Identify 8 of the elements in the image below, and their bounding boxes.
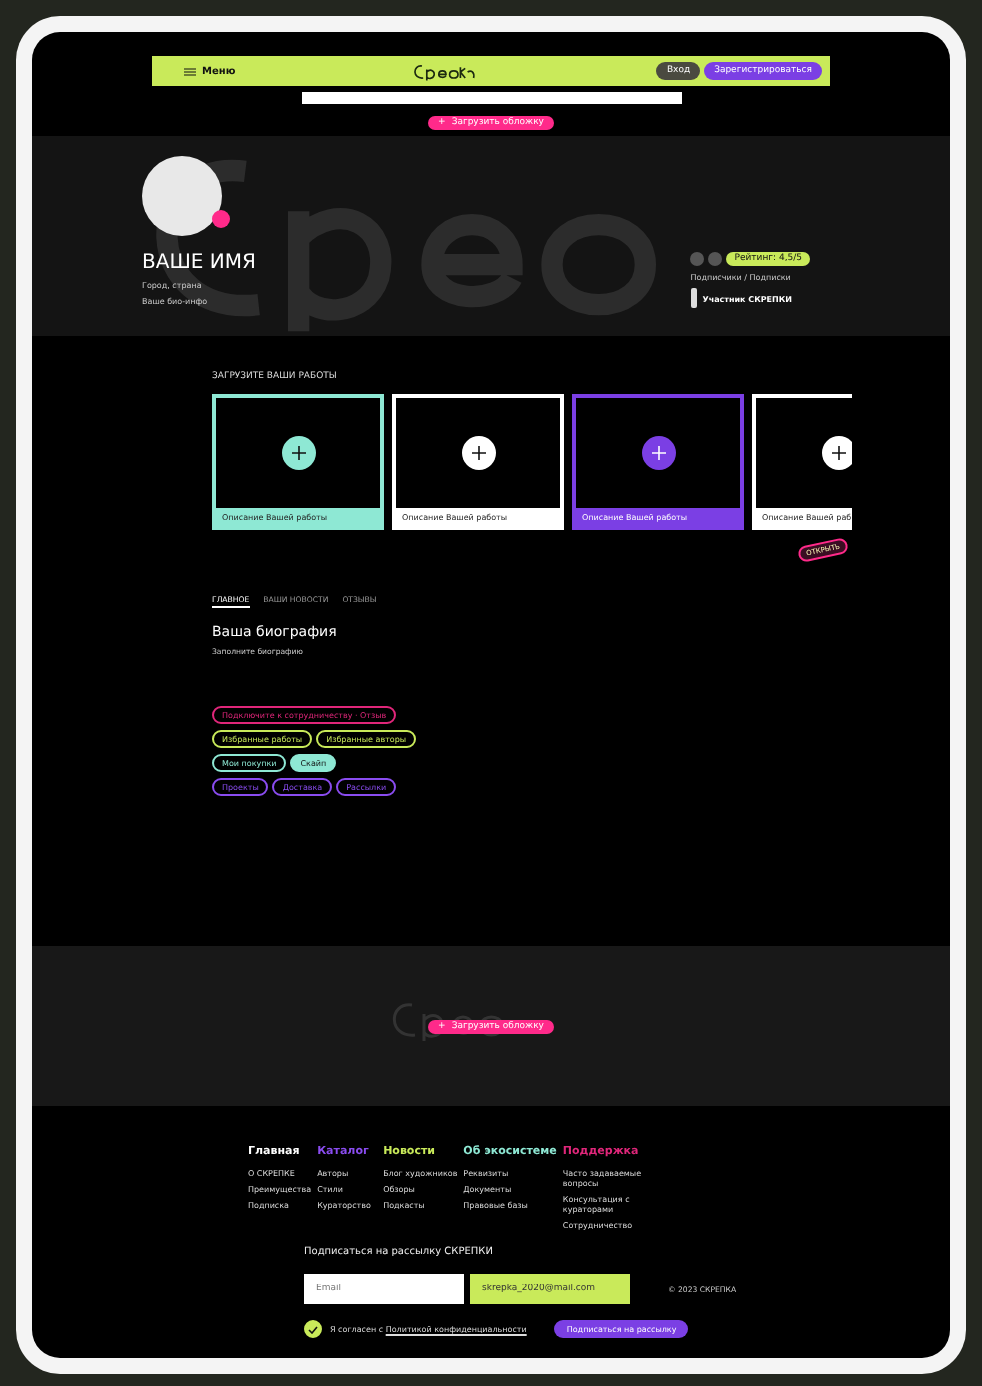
add-icon[interactable] [821, 436, 852, 470]
consent-checkbox[interactable] [304, 1320, 322, 1338]
add-photo-icon[interactable] [212, 210, 230, 228]
add-icon[interactable] [641, 436, 675, 470]
menu-icon[interactable] [184, 67, 196, 75]
profile-name: ВАШЕ ИМЯ [142, 252, 256, 274]
add-icon[interactable] [461, 436, 495, 470]
add-icon[interactable] [281, 436, 315, 470]
